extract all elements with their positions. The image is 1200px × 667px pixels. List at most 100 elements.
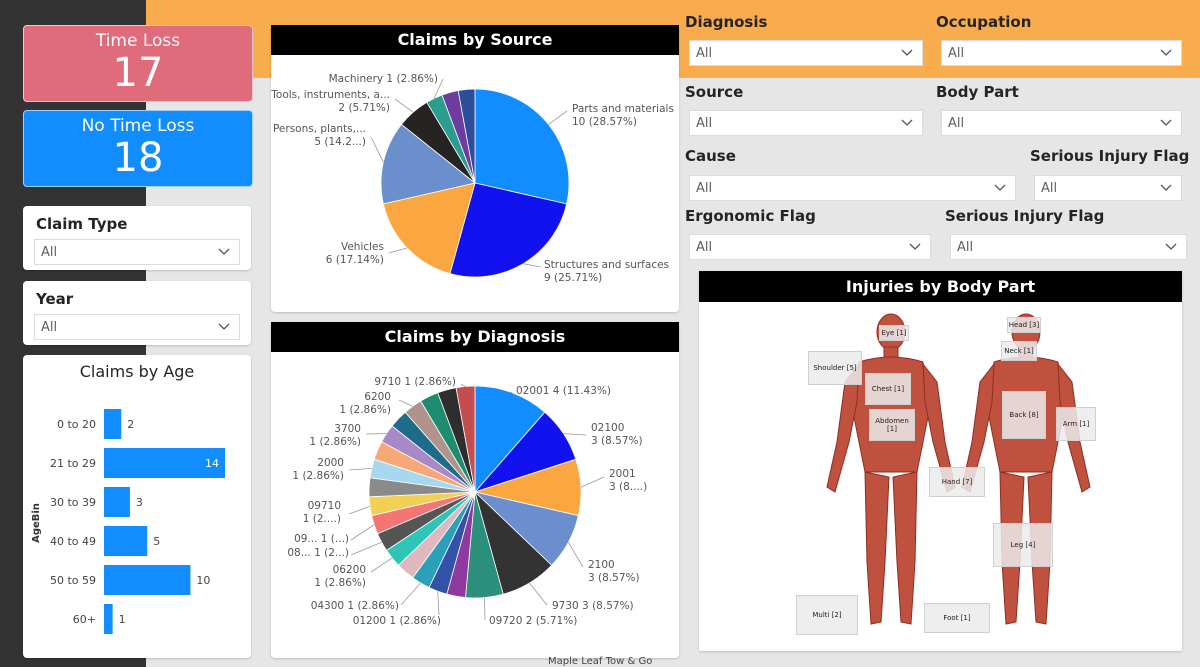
year-dropdown[interactable]: All — [34, 314, 240, 340]
bar-value-label: 2 — [127, 418, 134, 431]
data-label: 1 (2.86%) — [292, 470, 344, 482]
occupation-dropdown[interactable]: All — [941, 40, 1182, 66]
no-time-loss-label: No Time Loss — [81, 116, 195, 136]
claims-by-age-chart: Claims by Age AgeBin 0 to 20 2 21 to 29 14 30 … — [31, 362, 225, 634]
tag-leg[interactable]: Leg [4] — [993, 523, 1053, 567]
data-label: 3700 — [334, 423, 361, 435]
injuries-by-body-part-card: Injuries by Body Part Eye [1] Head [3] N… — [699, 271, 1182, 651]
tag-foot[interactable]: Foot [1] — [924, 603, 990, 633]
serious-injury-flag-2-dropdown[interactable]: All — [950, 234, 1187, 260]
serious-injury-flag-value: All — [1041, 181, 1058, 196]
claims-by-age-card: Claims by Age AgeBin 0 to 20 2 21 to 29 14 30 … — [23, 355, 251, 658]
data-label: 2000 — [317, 457, 344, 469]
cause-label: Cause — [685, 147, 736, 165]
body-part-dropdown[interactable]: All — [941, 110, 1182, 136]
tag-abdomen[interactable]: Abdomen [1] — [869, 409, 915, 441]
year-label: Year — [36, 290, 74, 308]
chevron-down-icon — [1165, 243, 1177, 250]
category-label: 60+ — [73, 613, 96, 626]
leader-line — [400, 582, 421, 606]
data-label: 9 (25.71%) — [544, 272, 602, 284]
tag-neck[interactable]: Neck [1] — [1001, 341, 1037, 361]
year-value: All — [41, 320, 58, 335]
chevron-down-icon — [218, 323, 230, 330]
source-dropdown[interactable]: All — [689, 110, 923, 136]
bar[interactable] — [104, 604, 113, 634]
data-label: 2001 — [609, 468, 636, 480]
source-label: Source — [685, 83, 744, 101]
bar-value-label: 14 — [205, 457, 219, 470]
data-label: Tools, instruments, a... — [271, 89, 390, 101]
bar-value-label: 3 — [136, 496, 143, 509]
source-value: All — [696, 116, 713, 131]
data-label: 2 (5.71%) — [338, 102, 390, 114]
bar[interactable] — [104, 487, 130, 517]
data-label: 10 (28.57%) — [572, 116, 637, 128]
data-label: 3 (8.57%) — [591, 435, 643, 447]
no-time-loss-card[interactable]: No Time Loss 18 — [23, 110, 253, 187]
ergonomic-flag-dropdown[interactable]: All — [689, 234, 931, 260]
leader-line — [370, 557, 393, 573]
data-label: 04300 1 (2.86%) — [311, 600, 399, 612]
bar[interactable] — [104, 526, 148, 556]
leader-line — [580, 476, 605, 488]
leader-line — [563, 433, 587, 436]
data-label: 9710 1 (2.86%) — [374, 376, 456, 388]
data-label: 08... 1 (2...) — [287, 547, 349, 559]
data-label: 1 (2.86%) — [309, 436, 361, 448]
claim-type-dropdown[interactable]: All — [34, 239, 240, 265]
diagnosis-dropdown[interactable]: All — [689, 40, 923, 66]
data-label: 6200 — [364, 391, 391, 403]
chevron-down-icon — [1160, 184, 1172, 191]
claims-by-source-chart: Parts and materials10 (28.57%) Structures… — [271, 73, 674, 284]
claims-by-diagnosis-card: Claims by Diagnosis 02001 4 (11.43%) 0210… — [271, 322, 679, 658]
tag-chest[interactable]: Chest [1] — [865, 373, 911, 405]
data-label: Structures and surfaces — [544, 259, 669, 271]
data-label: 01200 1 (2.86%) — [353, 615, 441, 627]
data-label: 1 (2.86%) — [314, 577, 366, 589]
body-part-value: All — [948, 116, 965, 131]
data-label: 9730 3 (8.57%) — [552, 600, 634, 612]
time-loss-card[interactable]: Time Loss 17 — [23, 25, 253, 102]
data-label: 3 (8.57%) — [588, 572, 640, 584]
injuries-by-body-part-title: Injuries by Body Part — [699, 271, 1182, 302]
leader-line — [350, 524, 375, 541]
year-slicer: Year All — [23, 281, 251, 345]
leader-line — [394, 98, 414, 113]
leader-line — [350, 541, 382, 556]
cause-value: All — [696, 181, 713, 196]
time-loss-value: 17 — [112, 50, 164, 96]
category-label: 40 to 49 — [50, 535, 96, 548]
leader-line — [529, 582, 548, 606]
claim-type-label: Claim Type — [36, 215, 128, 233]
leader-line — [348, 505, 371, 515]
data-label: 3 (8....) — [609, 481, 647, 493]
footer-text: Maple Leaf Tow & Go — [548, 656, 653, 667]
bar-value-label: 1 — [119, 613, 126, 626]
tag-arm[interactable]: Arm [1] — [1056, 407, 1096, 441]
chevron-down-icon — [1160, 49, 1172, 56]
ergonomic-flag-value: All — [696, 240, 713, 255]
category-label: 0 to 20 — [57, 418, 96, 431]
diagnosis-value: All — [696, 46, 713, 61]
leader-line — [567, 542, 584, 568]
bar[interactable] — [104, 409, 122, 439]
data-label: 2100 — [588, 559, 615, 571]
bar[interactable] — [104, 565, 191, 595]
cause-dropdown[interactable]: All — [689, 175, 1016, 201]
data-label: Parts and materials — [572, 103, 674, 115]
chevron-down-icon — [901, 119, 913, 126]
chevron-down-icon — [901, 49, 913, 56]
chevron-down-icon — [994, 184, 1006, 191]
tag-shoulder[interactable]: Shoulder [5] — [808, 351, 862, 385]
tag-multi[interactable]: Multi [2] — [796, 595, 858, 635]
leader-line — [388, 247, 408, 254]
serious-injury-flag-label: Serious Injury Flag — [1030, 147, 1190, 165]
occupation-value: All — [948, 46, 965, 61]
tag-hand[interactable]: Hand [7] — [929, 467, 985, 497]
tag-back[interactable]: Back [8] — [1002, 391, 1046, 439]
leader-line — [548, 110, 568, 125]
serious-injury-flag-dropdown[interactable]: All — [1034, 175, 1182, 201]
tag-head[interactable]: Head [3] — [1007, 317, 1041, 333]
tag-eye[interactable]: Eye [1] — [879, 325, 909, 341]
